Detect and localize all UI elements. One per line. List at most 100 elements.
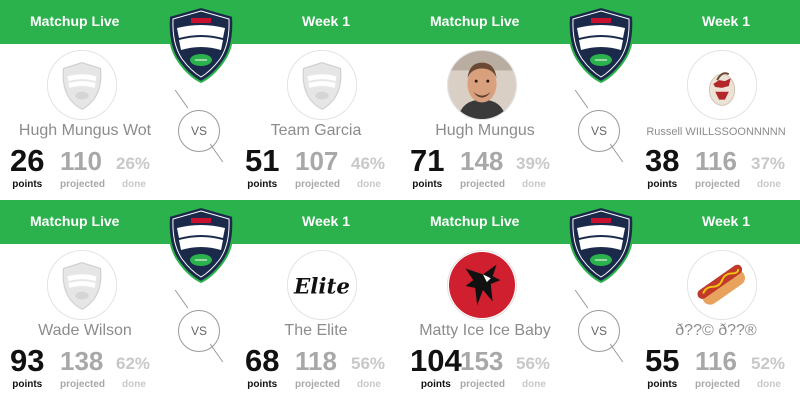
projected-stat: 116 projected xyxy=(695,145,740,190)
done-label: done xyxy=(122,379,146,390)
done-label: done xyxy=(357,379,381,390)
done-stat: 56% done xyxy=(516,345,550,390)
done-label: done xyxy=(122,179,146,190)
away-team-name[interactable]: The Elite xyxy=(236,322,396,340)
points-value: 68 xyxy=(245,343,280,378)
vs-badge: VS xyxy=(178,310,220,352)
done-value: 56% xyxy=(516,354,551,373)
week-label: Week 1 xyxy=(702,213,750,229)
points-stat: 93 points xyxy=(10,343,45,391)
vs-badge: VS xyxy=(578,310,620,352)
points-stat: 55 points xyxy=(645,343,680,391)
points-value: 51 xyxy=(245,143,280,178)
home-team-name[interactable]: Matty Ice Ice Baby xyxy=(400,322,570,340)
done-value: 39% xyxy=(516,154,551,173)
done-label: done xyxy=(357,179,381,190)
espn-fantasy-football-logo xyxy=(163,4,239,84)
points-stat: 26 points xyxy=(10,145,44,191)
divider-line xyxy=(574,89,589,109)
points-value: 55 xyxy=(645,343,680,378)
done-value: 56% xyxy=(351,354,386,373)
away-team-name[interactable]: Team Garcia xyxy=(236,122,396,140)
projected-value: 116 xyxy=(695,146,737,176)
espn-fantasy-football-logo xyxy=(163,204,239,284)
projected-label: projected xyxy=(460,379,506,390)
projected-stat: 110 projected xyxy=(60,145,105,190)
home-team-avatar[interactable] xyxy=(47,250,117,320)
divider-line xyxy=(574,289,589,309)
espn-fantasy-football-logo xyxy=(563,4,639,84)
projected-value: 138 xyxy=(60,346,104,376)
hotdog-icon xyxy=(688,251,756,319)
points-stat: 51 points xyxy=(245,143,280,191)
matchup-card[interactable]: Matchup Live Week 1 Matty Ice Ice Baby ð… xyxy=(400,200,800,400)
points-label: points xyxy=(247,179,278,190)
home-team-avatar[interactable] xyxy=(447,250,517,320)
projected-label: projected xyxy=(295,379,341,390)
away-team-name[interactable]: Russell WIILLSSOONNNNN xyxy=(636,126,796,138)
done-value: 26% xyxy=(116,154,151,173)
matchup-live-label: Matchup Live xyxy=(30,213,120,229)
points-stat: 104 points xyxy=(410,345,462,391)
points-stat: 71 points xyxy=(410,143,445,191)
projected-value: 153 xyxy=(460,346,504,376)
espn-fantasy-football-logo xyxy=(563,204,639,284)
matchup-card[interactable]: Matchup Live Week 1 Hugh Mungus Russell … xyxy=(400,0,800,200)
home-team-avatar[interactable] xyxy=(447,50,517,120)
done-label: done xyxy=(757,179,781,190)
done-stat: 39% done xyxy=(516,145,550,190)
divider-line xyxy=(174,89,189,109)
points-label: points xyxy=(647,179,678,190)
projected-stat: 107 projected xyxy=(295,145,340,190)
matchup-card[interactable]: Matchup Live Week 1 Hugh Mungus Wot Team… xyxy=(0,0,400,200)
projected-value: 116 xyxy=(695,346,737,376)
home-team-avatar[interactable] xyxy=(47,50,117,120)
week-label: Week 1 xyxy=(702,13,750,29)
projected-value: 118 xyxy=(295,346,337,376)
projected-stat: 148 projected xyxy=(460,145,505,190)
points-label: points xyxy=(420,379,451,390)
done-stat: 62% done xyxy=(116,345,150,390)
points-label: points xyxy=(12,179,43,190)
projected-stat: 138 projected xyxy=(60,345,105,390)
matchup-live-label: Matchup Live xyxy=(30,13,120,29)
away-team-avatar[interactable] xyxy=(687,250,757,320)
man-photo-icon xyxy=(448,51,516,119)
projected-stat: 116 projected xyxy=(695,345,740,390)
points-value: 93 xyxy=(10,343,45,378)
done-value: 62% xyxy=(116,354,151,373)
done-stat: 37% done xyxy=(751,145,785,190)
matchup-card[interactable]: Matchup Live Week 1 Elite Wade Wilson Th… xyxy=(0,200,400,400)
points-label: points xyxy=(647,379,678,390)
projected-value: 148 xyxy=(460,146,504,176)
done-stat: 52% done xyxy=(751,345,785,390)
week-label: Week 1 xyxy=(302,13,350,29)
done-label: done xyxy=(522,179,546,190)
matchup-live-label: Matchup Live xyxy=(430,13,520,29)
projected-label: projected xyxy=(460,179,506,190)
points-label: points xyxy=(412,179,443,190)
projected-label: projected xyxy=(695,179,741,190)
matchup-grid: Matchup Live Week 1 Hugh Mungus Wot Team… xyxy=(0,0,800,400)
falcons-logo-icon xyxy=(448,251,516,319)
away-team-avatar[interactable] xyxy=(687,50,757,120)
done-value: 46% xyxy=(351,154,386,173)
done-value: 37% xyxy=(751,154,786,173)
vs-badge: VS xyxy=(578,110,620,152)
svg-text:Elite: Elite xyxy=(293,275,350,300)
home-team-name[interactable]: Hugh Mungus Wot xyxy=(0,122,170,140)
matchup-live-label: Matchup Live xyxy=(430,213,520,229)
projected-label: projected xyxy=(60,379,106,390)
away-team-avatar[interactable]: Elite xyxy=(287,250,357,320)
done-stat: 26% done xyxy=(116,145,150,190)
home-team-name[interactable]: Wade Wilson xyxy=(0,322,170,340)
away-team-avatar[interactable] xyxy=(287,50,357,120)
points-stat: 38 points xyxy=(645,145,679,191)
away-team-name[interactable]: ð??© ð??® xyxy=(636,322,796,340)
points-value: 71 xyxy=(410,143,445,178)
projected-label: projected xyxy=(295,179,341,190)
home-team-name[interactable]: Hugh Mungus xyxy=(400,122,570,140)
points-label: points xyxy=(247,379,278,390)
projected-stat: 153 projected xyxy=(460,345,505,390)
done-label: done xyxy=(522,379,546,390)
